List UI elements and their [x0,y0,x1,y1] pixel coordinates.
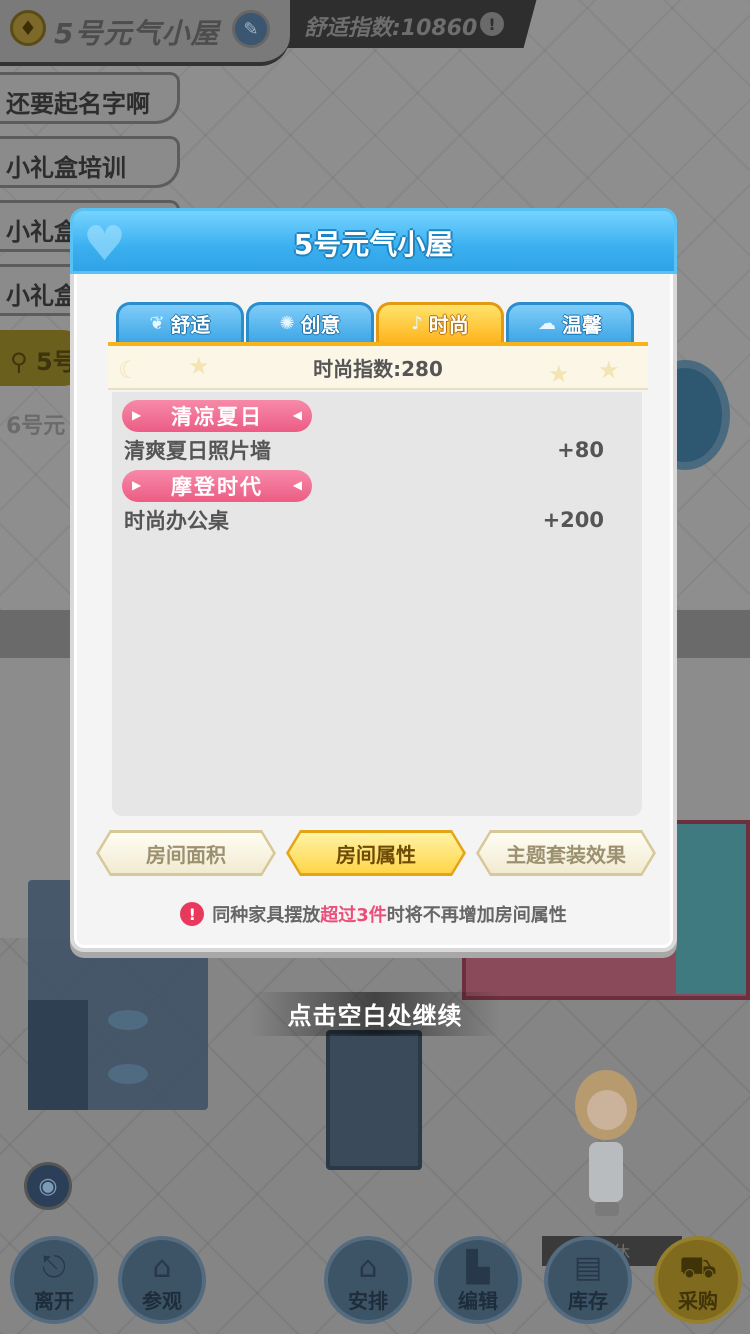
arrange-label: 安排 [348,1289,388,1313]
item-name: 清爽夏日照片墙 [124,439,271,463]
shoe-icon: ♪ [411,313,423,334]
comfort-index: 舒适指数:10860 [304,16,478,41]
storage-icon: ▤ [573,1250,603,1285]
home-icon: ⌂ [358,1250,378,1285]
attribute-list[interactable]: ▶ 清凉夏日 ◀ 清爽夏日照片墙 +80 ▶ 摩登时代 ◀ 时尚办公桌 +200 [112,392,642,816]
character-face [587,1090,627,1130]
bed-furniture [326,1030,422,1170]
purchase-button[interactable]: ⛟ 采购 [654,1236,742,1324]
tab-label: 舒适 [170,313,211,337]
notice-suffix: 时将不再增加房间属性 [386,905,567,926]
item-value: +80 [557,438,604,462]
theme-set-label: 主题套装效果 [479,833,653,873]
sprout-icon: ❦ [149,313,165,334]
bottom-toolbar: ⎋ 离开 ⌂ 参观 ⌂ 安排 ▙ 编辑 ▤ 库存 ⛟ 采购 [0,1236,750,1334]
location-pin-icon: ⚲ [10,348,28,376]
truck-icon: ⛟ [679,1250,717,1285]
tab-label: 温馨 [562,313,602,337]
tab-comfort[interactable]: ❦ 舒适 [116,302,244,342]
player-character[interactable] [565,1070,645,1220]
heart-cloud-icon: ☁ [538,313,556,334]
attribute-tabs: ❦ 舒适 ✺ 创意 ♪ 时尚 ☁ 温馨 [116,302,636,342]
tab-creative[interactable]: ✺ 创意 [246,302,374,342]
stool-furniture [108,1064,148,1084]
fashion-index-bar: ☾ ★ ★ ★ 时尚指数:280 [108,342,648,390]
edit-button[interactable]: ▙ 编辑 [434,1236,522,1324]
warning-icon: ! [180,902,205,926]
eye-icon[interactable]: ◉ [24,1162,72,1210]
dialog-buttons: 房间面积 房间属性 主题套装效果 [96,830,661,878]
character-body [589,1142,623,1202]
item-name: 时尚办公桌 [124,509,229,533]
info-icon[interactable]: ! [480,12,504,36]
storage-button[interactable]: ▤ 库存 [544,1236,632,1324]
room-attribute-dialog[interactable]: ♥ 5号元气小屋 ❦ 舒适 ✺ 创意 ♪ 时尚 ☁ 温馨 ☾ ★ ★ ★ 时尚指… [70,208,677,952]
wardrobe-glass [676,824,746,994]
notice-prefix: 同种家具摆放 [212,905,321,926]
visit-button[interactable]: ⌂ 参观 [118,1236,206,1324]
theme-set-button[interactable]: 主题套装效果 [476,830,656,876]
notice-text: 同种家具摆放超过3件时将不再增加房间属性 [212,901,567,927]
room-header: ♦ 5号元气小屋 ✎ [0,0,290,66]
star-icon: ★ [598,356,620,384]
edit-label: 编辑 [458,1289,498,1313]
room-area-button[interactable]: 房间面积 [96,830,276,876]
tab-fashion[interactable]: ♪ 时尚 [376,302,504,342]
room-attribute-button[interactable]: 房间属性 [286,830,466,876]
character-feet [595,1202,619,1216]
storage-label: 库存 [568,1289,608,1313]
tab-label: 创意 [300,313,341,337]
door-icon: ⎋ [42,1250,66,1285]
room-attribute-label: 房间属性 [289,833,463,873]
room-area-label: 房间面积 [99,833,273,873]
room-logo-icon: ♦ [10,10,46,46]
bulb-icon: ✺ [279,313,295,334]
star-icon: ☾ [118,356,140,384]
list-item: 时尚办公桌 +200 [124,504,604,536]
room-list-item[interactable]: 还要起名字啊 [0,72,180,124]
list-item: 清爽夏日照片墙 +80 [124,434,604,466]
group-name: 清凉夏日 [171,405,263,429]
leave-button[interactable]: ⎋ 离开 [10,1236,98,1324]
notice: ! 同种家具摆放超过3件时将不再增加房间属性 [74,900,673,928]
star-icon: ★ [188,352,210,380]
visit-label: 参观 [142,1289,182,1313]
triangle-left-icon: ◀ [292,408,302,422]
dialog-title-bar: ♥ 5号元气小屋 [70,208,677,274]
leave-label: 离开 [34,1289,74,1313]
room-6-label: 6号元 [6,414,66,439]
continue-hint: 点击空白处继续 [287,1002,463,1030]
item-value: +200 [542,508,604,532]
edit-name-icon[interactable]: ✎ [232,10,270,48]
edit-icon: ▙ [466,1250,490,1285]
group-tag: ▶ 清凉夏日 ◀ [122,400,312,432]
triangle-right-icon: ▶ [132,478,142,492]
purchase-label: 采购 [678,1289,718,1313]
room-list-item[interactable]: 小礼盒培训 [0,136,180,188]
dialog-title: 5号元气小屋 [293,228,454,261]
group-tag: ▶ 摩登时代 ◀ [122,470,312,502]
group-name: 摩登时代 [171,475,263,499]
arrange-button[interactable]: ⌂ 安排 [324,1236,412,1324]
triangle-left-icon: ◀ [292,478,302,492]
triangle-right-icon: ▶ [132,408,142,422]
tab-label: 时尚 [428,313,469,337]
room-name: 5号元气小屋 [54,17,220,50]
notice-highlight: 超过3件 [320,905,387,926]
star-icon: ★ [548,360,570,388]
tab-cozy[interactable]: ☁ 温馨 [506,302,634,342]
fashion-index: 时尚指数:280 [313,356,443,381]
visit-icon: ⌂ [152,1250,172,1285]
